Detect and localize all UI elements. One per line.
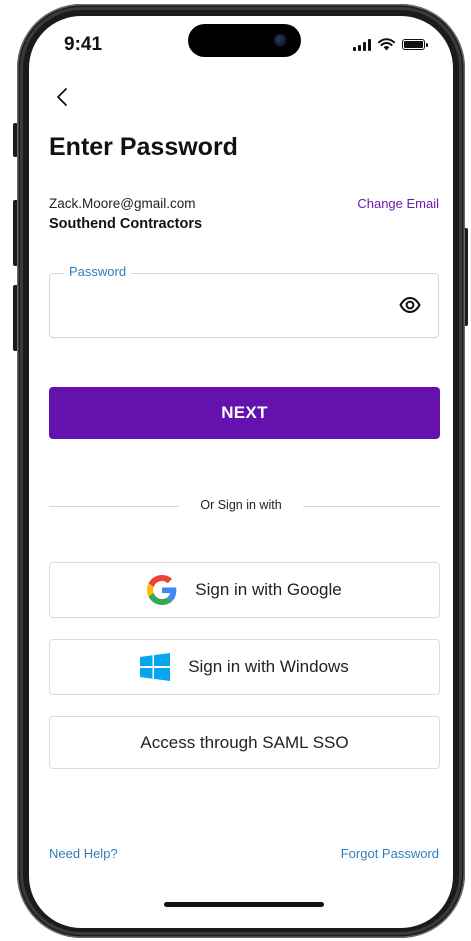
cellular-signal-icon: [353, 38, 371, 51]
saml-sso-button[interactable]: Access through SAML SSO: [49, 716, 440, 769]
windows-signin-button[interactable]: Sign in with Windows: [49, 639, 440, 695]
google-signin-label: Sign in with Google: [195, 580, 342, 599]
need-help-link[interactable]: Need Help?: [49, 846, 118, 861]
status-time: 9:41: [64, 34, 103, 55]
windows-signin-label: Sign in with Windows: [188, 657, 349, 676]
divider-label-text: Or Sign in with: [190, 498, 292, 512]
windows-icon: [140, 653, 171, 681]
home-indicator: [164, 902, 324, 907]
saml-sso-label: Access through SAML SSO: [140, 732, 349, 752]
battery-icon: [402, 39, 428, 50]
account-email: Zack.Moore@gmail.com: [49, 196, 196, 211]
account-company: Southend Contractors: [49, 216, 203, 232]
divider-label: Or Sign in with: [29, 498, 453, 512]
dynamic-island: [188, 24, 301, 57]
eye-icon[interactable]: [399, 296, 421, 314]
page-title: Enter Password: [49, 133, 238, 161]
status-icons: [353, 38, 428, 51]
back-arrow-icon[interactable]: [53, 86, 73, 108]
wifi-icon: [378, 38, 395, 51]
google-signin-button[interactable]: Sign in with Google: [49, 562, 440, 618]
password-field[interactable]: Password: [49, 264, 439, 338]
next-button[interactable]: NEXT: [49, 387, 440, 439]
change-email-link[interactable]: Change Email: [357, 196, 439, 211]
password-field-label: Password: [64, 264, 132, 279]
forgot-password-link[interactable]: Forgot Password: [341, 846, 439, 861]
phone-screen: 9:41 Enter Password Zack.Moore@gmail.com…: [29, 16, 453, 928]
camera-lens: [274, 34, 287, 47]
google-icon: [147, 575, 177, 605]
